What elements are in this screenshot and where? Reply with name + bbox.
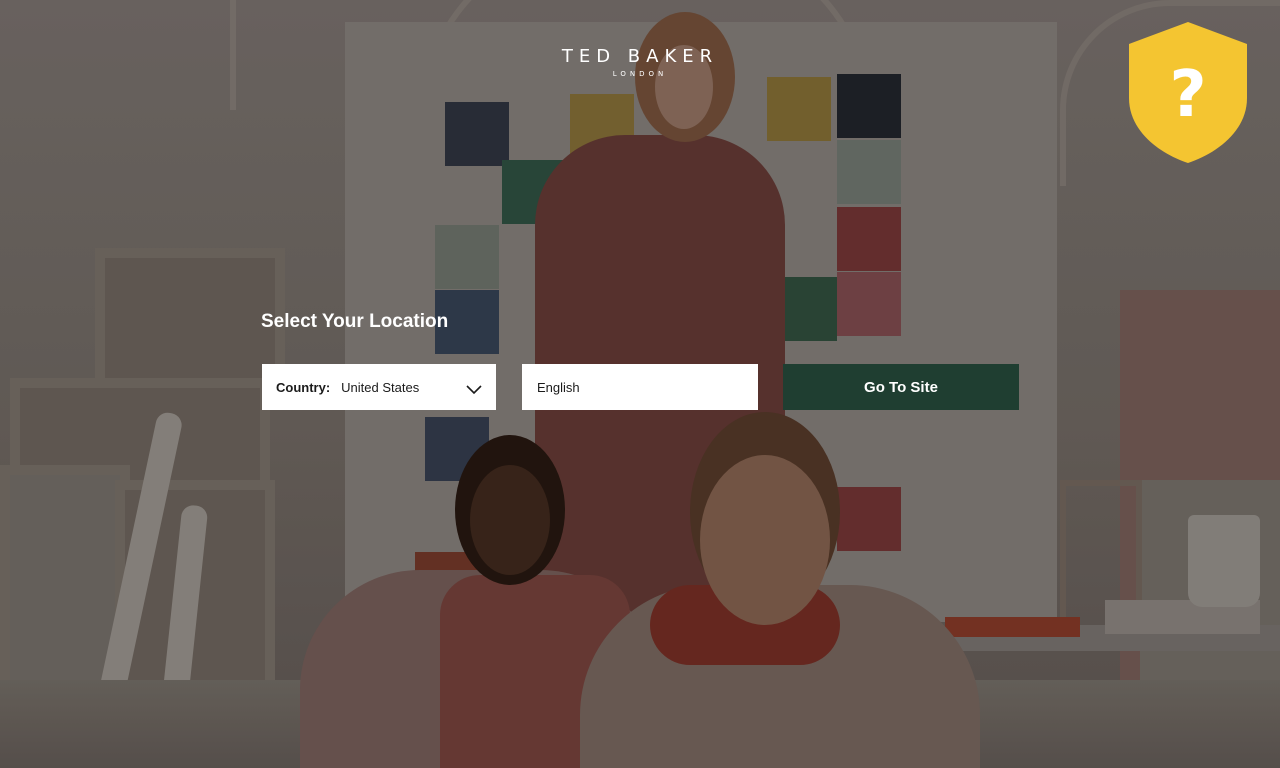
brand-location: LONDON	[612, 70, 668, 78]
select-location-heading: Select Your Location	[261, 311, 449, 332]
brand-name: TED BAKER	[561, 46, 719, 67]
help-shield-icon[interactable]: ?	[1127, 20, 1249, 164]
country-select[interactable]: Country: United States	[262, 364, 496, 410]
chevron-down-icon	[466, 382, 482, 395]
go-to-site-button[interactable]: Go To Site	[783, 364, 1019, 410]
help-glyph: ?	[1169, 58, 1206, 132]
brand-logo: TED BAKER LONDON	[540, 46, 740, 78]
country-value: United States	[341, 379, 420, 395]
language-value: English	[537, 379, 580, 395]
country-label: Country:	[276, 379, 331, 395]
help-shield-graphic: ?	[1129, 22, 1247, 163]
language-select[interactable]: English	[522, 364, 758, 410]
location-page: TED BAKER LONDON ? Select Your Location …	[0, 0, 1280, 768]
